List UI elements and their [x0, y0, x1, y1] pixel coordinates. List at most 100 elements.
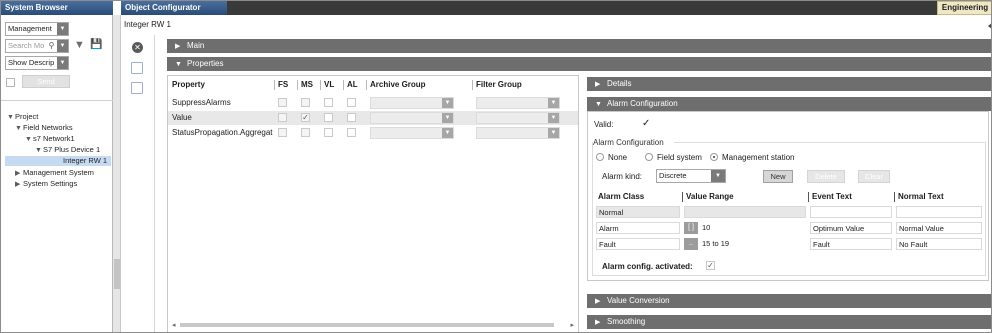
table-row[interactable]: Value ✓ ▼ ▼ — [168, 111, 578, 125]
tree-item[interactable]: ▼S7 Plus Device 1 — [35, 145, 100, 155]
view-selector[interactable]: Management ▼ — [5, 22, 69, 36]
alarm-column-header[interactable]: Alarm Class — [598, 192, 644, 201]
activated-checkbox[interactable]: ✓ — [706, 261, 715, 270]
section-details[interactable]: ▶ Details — [587, 77, 991, 91]
expand-arrow-icon[interactable]: ▶ — [15, 180, 23, 190]
alarm-cell[interactable] — [684, 206, 806, 218]
column-header[interactable]: VL — [324, 80, 334, 89]
tree-item[interactable]: ▶ System Settings — [15, 179, 77, 189]
alarm-cell[interactable]: Alarm — [596, 222, 680, 234]
section-properties[interactable]: ▼ Properties — [167, 57, 991, 71]
checkbox[interactable] — [347, 113, 356, 122]
scrollbar-thumb[interactable] — [180, 323, 554, 327]
column-divider[interactable] — [297, 80, 298, 90]
tree-item[interactable]: ▼s7 Network1 — [25, 134, 75, 144]
send-button[interactable]: Send — [22, 75, 70, 88]
alarm-cell[interactable]: Normal — [596, 206, 680, 218]
horizontal-scrollbar[interactable]: ◂ ▸ — [172, 321, 574, 329]
collapse-arrow-icon[interactable]: ▼ — [7, 113, 15, 123]
column-divider[interactable] — [320, 80, 321, 90]
column-header[interactable]: MS — [301, 80, 313, 89]
value-range-icon[interactable]: .. — [684, 238, 698, 250]
group-select[interactable]: ▼ — [476, 112, 560, 124]
workspace-badge[interactable]: Engineering — [937, 1, 991, 15]
section-alarm-configuration[interactable]: ▼ Alarm Configuration — [587, 97, 991, 111]
column-divider[interactable] — [808, 192, 809, 202]
scroll-left-icon[interactable]: ◂ — [172, 321, 176, 329]
checkbox[interactable] — [347, 98, 356, 107]
column-header[interactable]: Property — [172, 80, 205, 89]
section-main[interactable]: ▶ Main — [167, 39, 991, 53]
alarm-cell[interactable]: Normal Value — [896, 222, 982, 234]
value-range-icon[interactable]: [ ] — [684, 222, 698, 234]
alarm-cell[interactable] — [896, 206, 982, 218]
column-header[interactable]: AL — [347, 80, 358, 89]
section-value-conversion[interactable]: ▶ Value Conversion — [587, 294, 991, 308]
radio-button[interactable] — [645, 153, 653, 161]
scrollbar-thumb[interactable] — [114, 259, 120, 289]
display-mode-selector[interactable]: Show Descrip ▼ — [5, 56, 69, 70]
save-icon[interactable] — [131, 62, 143, 74]
alarm-row[interactable]: Alarm [ ] 10 Optimum Value Normal Value — [596, 222, 982, 235]
column-divider[interactable] — [343, 80, 344, 90]
group-select[interactable]: ▼ — [370, 97, 454, 109]
expand-arrow-icon[interactable]: ▶ — [15, 169, 23, 179]
alarm-column-header[interactable]: Normal Text — [898, 192, 944, 201]
save-filter-icon[interactable]: 💾 — [90, 39, 102, 51]
alarm-cell[interactable] — [810, 206, 892, 218]
checkbox[interactable] — [347, 128, 356, 137]
group-select[interactable]: ▼ — [370, 127, 454, 139]
tree-item[interactable]: ▼Project — [7, 112, 38, 122]
clear-button[interactable]: Clear — [858, 170, 890, 183]
column-divider[interactable] — [472, 80, 473, 90]
close-icon[interactable]: ✕ — [132, 42, 143, 53]
table-row[interactable]: SuppressAlarms ▼ ▼ — [168, 96, 578, 110]
group-select[interactable]: ▼ — [476, 97, 560, 109]
alarm-cell[interactable]: Fault — [810, 238, 892, 250]
save-as-icon[interactable] — [131, 82, 143, 94]
radio-button[interactable] — [710, 153, 718, 161]
collapse-arrow-icon[interactable]: ▼ — [15, 124, 23, 134]
alarm-row[interactable]: Normal — [596, 206, 982, 219]
column-header[interactable]: Filter Group — [476, 80, 522, 89]
object-configurator-tab[interactable]: Object Configurator — [121, 1, 227, 15]
new-button[interactable]: New — [763, 170, 793, 183]
alarm-row[interactable]: Fault.. 15 to 19 Fault No Fault — [596, 238, 982, 251]
checkbox[interactable] — [324, 113, 333, 122]
group-select[interactable]: ▼ — [370, 112, 454, 124]
select-checkbox[interactable] — [6, 78, 15, 87]
alarm-cell[interactable]: No Fault — [896, 238, 982, 250]
column-divider[interactable] — [366, 80, 367, 90]
column-divider[interactable] — [894, 192, 895, 202]
column-header[interactable]: FS — [278, 80, 288, 89]
collapse-arrow-icon[interactable]: ▼ — [25, 135, 33, 145]
table-row[interactable]: StatusPropagation.Aggregat ▼ ▼ — [168, 126, 578, 140]
search-icon[interactable]: ⚲ — [46, 40, 57, 52]
tree-item[interactable]: ▼Field Networks — [15, 123, 73, 133]
delete-button[interactable]: Delete — [807, 170, 845, 183]
alarm-cell[interactable]: 15 to 19 — [700, 238, 806, 250]
column-divider[interactable] — [682, 192, 683, 202]
section-smoothing[interactable]: ▶ Smoothing — [587, 315, 991, 329]
alarm-cell[interactable]: Fault — [596, 238, 680, 250]
alarm-column-header[interactable]: Event Text — [812, 192, 852, 201]
alarm-kind-select[interactable]: Discrete ▼ — [656, 169, 726, 183]
tree-item[interactable]: Integer RW 1 — [5, 156, 111, 166]
scroll-right-icon[interactable]: ▸ — [570, 321, 574, 329]
checkbox[interactable] — [324, 128, 333, 137]
alarm-cell[interactable]: 10 — [700, 222, 806, 234]
column-header[interactable]: Archive Group — [370, 80, 426, 89]
alarm-cell[interactable]: Optimum Value — [810, 222, 892, 234]
alarm-column-header[interactable]: Value Range — [686, 192, 734, 201]
collapse-arrow-icon[interactable]: ▼ — [35, 146, 43, 156]
filter-icon[interactable]: ▼ — [74, 39, 85, 51]
tree-item[interactable]: ▶ Management System — [15, 168, 94, 178]
radio-button[interactable] — [596, 153, 604, 161]
chevron-down-icon[interactable]: ▼ — [57, 40, 68, 52]
system-browser-scrollbar[interactable] — [113, 15, 121, 332]
checkbox[interactable] — [324, 98, 333, 107]
search-input[interactable]: Search Mo ⚲ ▼ — [5, 39, 69, 53]
collapse-arrow-icon[interactable] — [988, 22, 991, 30]
group-select[interactable]: ▼ — [476, 127, 560, 139]
column-divider[interactable] — [274, 80, 275, 90]
